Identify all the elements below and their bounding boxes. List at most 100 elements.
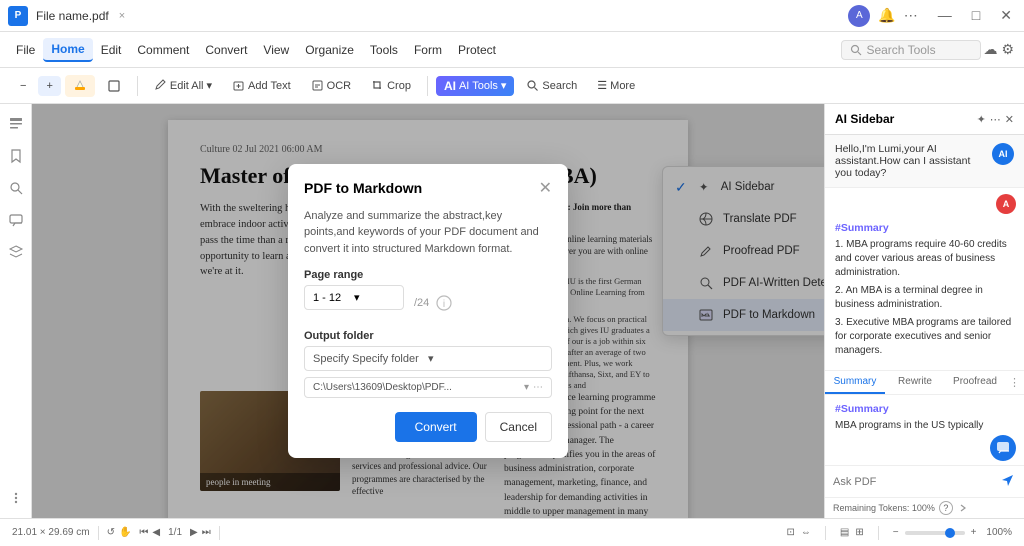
ai-header-icons: ✦ ⋯ ✕ [977,113,1014,126]
menu-edit[interactable]: Edit [93,39,130,61]
select-button[interactable] [99,75,129,97]
ai-help-icon[interactable]: ? [939,501,953,515]
zoom-in-status[interactable]: + [971,527,977,538]
modal-body: Analyze and summarize the abstract,key p… [288,198,568,459]
ocr-button[interactable]: OCR [303,75,359,96]
sidebar-search-icon[interactable] [4,176,28,200]
statusbar: 21.01 × 29.69 cm ↺ ✋ ⏮ ◀ 1/1 ▶ ⏭ ⊡ ⇔ ▤ ⊞… [0,518,1024,546]
menu-protect[interactable]: Protect [450,39,504,61]
highlight-icon [73,79,87,93]
ai-summary2-block: #Summary MBA programs in the US typicall… [825,395,1024,431]
ask-pdf-input[interactable] [833,476,1000,488]
ai-chat-bubble-icon[interactable] [990,435,1016,461]
svg-text:i: i [443,299,445,310]
ocr-icon [311,79,324,92]
ai-tools-button[interactable]: AI AI Tools ▾ [436,76,514,96]
menu-form[interactable]: Form [406,39,450,61]
search-button[interactable]: Search [518,75,585,96]
page-range-row: 1 - 12 ▾ /24 i [304,285,552,320]
toolbar: − + Edit All ▾ Add Text OCR Crop AI AI T… [0,68,1024,104]
zoom-thumb [945,528,955,538]
ai-send-button[interactable] [1000,472,1016,491]
status-sep2 [219,526,220,540]
settings-icon[interactable]: ⚙ [999,39,1016,60]
fit-page-icon[interactable]: ⊡ [787,527,795,538]
ai-tab-rewrite[interactable]: Rewrite [885,371,945,394]
ai-tokens-text: Remaining Tokens: 100% [833,503,935,513]
path-chevron: ▾ [524,382,529,393]
select-icon [107,79,121,93]
nav-rotate-icon[interactable]: ↺ [107,527,115,538]
sidebar-more-icon[interactable] [4,486,28,510]
bell-icon[interactable]: 🔔 [878,7,895,24]
ai-ask-row [825,465,1024,497]
close-button[interactable]: ✕ [1000,7,1012,24]
nav-next-button[interactable]: ▶ [190,527,198,538]
ai-tab-summary[interactable]: Summary [825,371,885,394]
path-more-icon[interactable]: ⋯ [533,382,543,393]
nav-first-button[interactable]: ⏮ [139,527,148,538]
menu-file[interactable]: File [8,39,43,61]
add-text-button[interactable]: Add Text [224,75,299,96]
minimize-button[interactable]: — [938,7,952,24]
menu-organize[interactable]: Organize [297,39,362,61]
zoom-slider[interactable] [905,531,965,535]
menu-view[interactable]: View [255,39,297,61]
more-icon[interactable]: ⋯ [904,7,918,24]
menu-tools[interactable]: Tools [362,39,406,61]
page-range-select[interactable]: 1 - 12 ▾ [304,285,404,310]
crop-button[interactable]: Crop [363,75,419,96]
convert-button[interactable]: Convert [395,412,477,442]
page-range-label: Page range [304,269,552,281]
ai-tabs-more-icon[interactable]: ⋮ [1005,371,1024,394]
ai-tools-icon: AI [444,79,456,93]
modal-close-button[interactable]: ✕ [539,178,552,198]
sidebar-bookmark-icon[interactable] [4,144,28,168]
maximize-button[interactable]: □ [972,7,980,24]
zoom-in-icon: + [46,80,52,92]
ai-header-star-icon[interactable]: ✦ [977,113,986,126]
nav-hand-icon[interactable]: ✋ [119,527,131,538]
sidebar-layer-icon[interactable] [4,240,28,264]
nav-last-button[interactable]: ⏭ [202,527,211,538]
ai-summary-item1: 1. MBA programs require 40-60 credits an… [835,238,1014,280]
menu-home[interactable]: Home [43,38,92,62]
user-avatar[interactable]: A [848,5,870,27]
view-icon[interactable]: ▤ [840,527,849,538]
ai-header-more-icon[interactable]: ⋯ [990,113,1001,126]
zoom-out-icon: − [20,80,26,92]
status-sep4 [878,526,879,540]
current-page: 1/1 [168,527,182,538]
zoom-in-button[interactable]: + [38,76,60,96]
more-icon: ☰ [597,79,607,92]
sidebar-comment-icon[interactable] [4,208,28,232]
modal-overlay: PDF to Markdown ✕ Analyze and summarize … [32,104,824,518]
status-sep1 [98,526,99,540]
fit-width-icon[interactable]: ⇔ [801,527,811,538]
cancel-button[interactable]: Cancel [485,412,552,442]
search-tools-input[interactable]: Search Tools [841,40,981,60]
zoom-out-button[interactable]: − [12,76,34,96]
output-folder-select[interactable]: Specify Specify folder ▾ [304,346,552,371]
ai-sidebar-header: AI Sidebar ✦ ⋯ ✕ [825,104,1024,135]
page-total: /24 [414,297,429,309]
menu-convert[interactable]: Convert [197,39,255,61]
more-button[interactable]: ☰ More [589,75,643,96]
edit-all-button[interactable]: Edit All ▾ [146,75,220,96]
ai-header-close-icon[interactable]: ✕ [1005,113,1014,126]
nav-prev-button[interactable]: ◀ [152,527,160,538]
cloud-icon[interactable]: ☁ [981,39,999,60]
toolbar-separator-1 [137,76,138,96]
main-content: Culture 02 Jul 2021 06:00 AM Master of B… [0,104,1024,518]
ai-tab-proofread[interactable]: Proofread [945,371,1005,394]
close-tab-btn[interactable]: × [119,10,125,22]
crop-icon [371,79,384,92]
zoom-out-status[interactable]: − [893,527,899,538]
path-value: C:\Users\13609\Desktop\PDF... [313,382,524,393]
ai-tokens-next-icon[interactable] [957,502,969,514]
page-dimensions: 21.01 × 29.69 cm [12,527,90,538]
highlight-button[interactable] [65,75,95,97]
sidebar-home-icon[interactable] [4,112,28,136]
view-icon2[interactable]: ⊞ [855,527,863,538]
menu-comment[interactable]: Comment [129,39,197,61]
